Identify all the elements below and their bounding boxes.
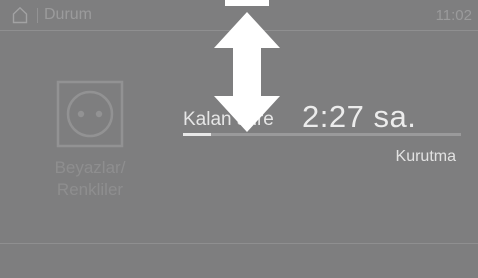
status-screen: Durum 11:02 Beyazlar/ Renkliler Kalan sü…: [0, 0, 478, 278]
remaining-time-value: 2:27 sa.: [302, 99, 417, 134]
bottom-divider: [0, 243, 478, 244]
program-name: Beyazlar/ Renkliler: [30, 157, 150, 201]
page-title: Durum: [44, 6, 93, 23]
program-name-line2: Renkliler: [56, 180, 124, 199]
clock-time: 11:02: [435, 7, 472, 24]
progress-bar: [183, 133, 461, 136]
swipe-up-down-arrow-icon[interactable]: [214, 12, 280, 132]
wash-program-icon[interactable]: [56, 80, 124, 148]
swipe-handle[interactable]: [225, 0, 269, 6]
status-divider: [37, 8, 38, 23]
program-name-line1: Beyazlar/: [54, 158, 126, 177]
home-icon[interactable]: [12, 6, 28, 24]
phase-label: Kurutma: [395, 148, 456, 165]
progress-fill: [183, 133, 211, 136]
